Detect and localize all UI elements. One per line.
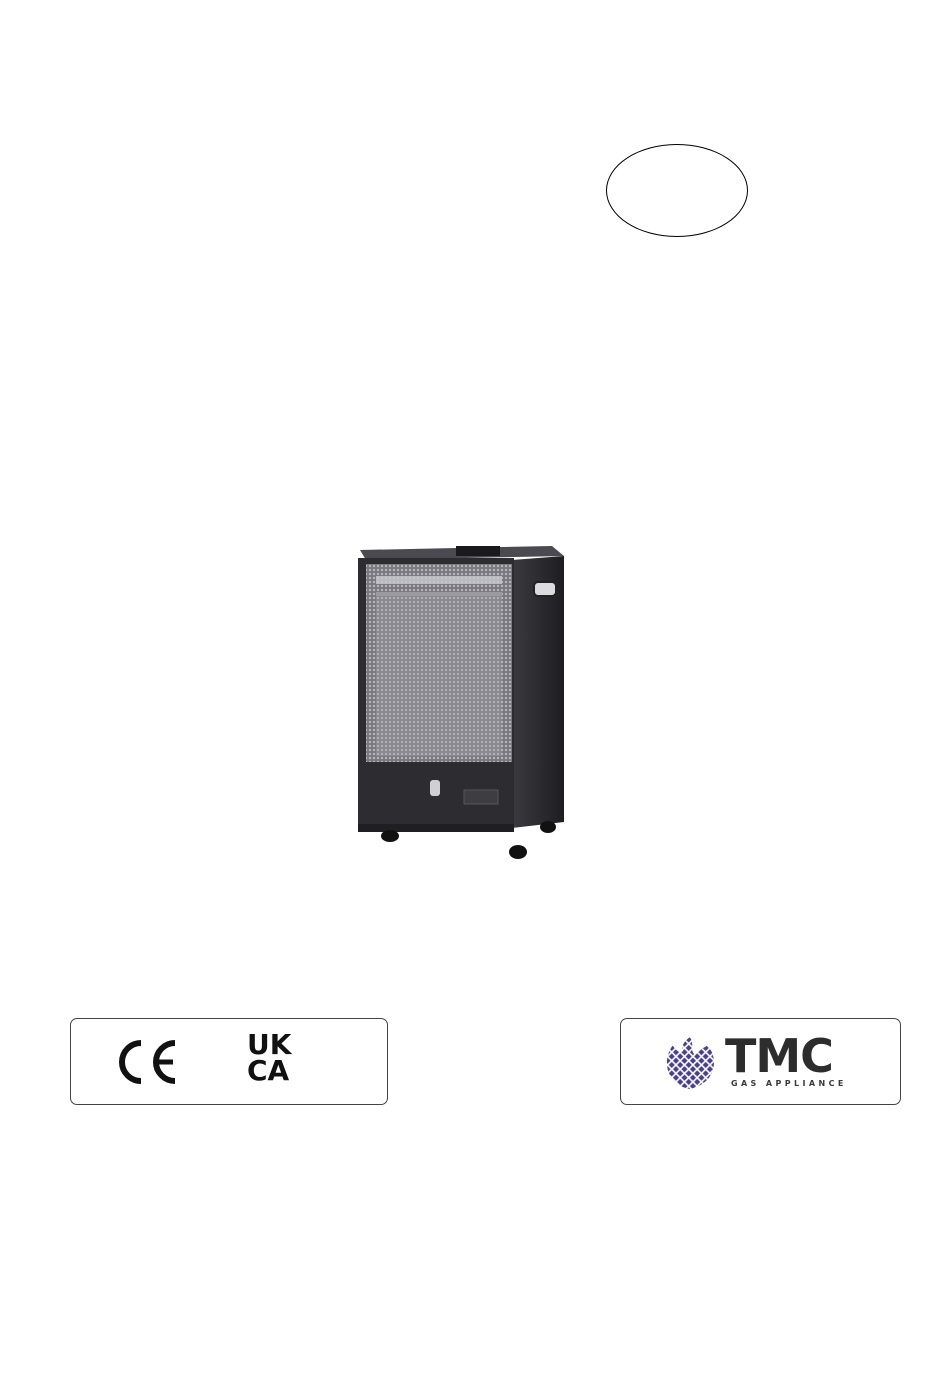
tmc-flame-globe-icon: [666, 1037, 715, 1089]
brand-logo-box: TMC GAS APPLIANCE: [620, 1018, 901, 1105]
ukca-bottom-text: CA: [247, 1054, 290, 1087]
gas-heater-image: [358, 546, 564, 859]
brand-tagline: GAS APPLIANCE: [731, 1079, 847, 1088]
brand-name: TMC: [725, 1029, 834, 1083]
ukca-mark-icon: UK CA: [247, 1031, 303, 1090]
certification-marks-box: UK CA: [70, 1018, 388, 1105]
ce-mark-icon: [119, 1040, 176, 1084]
empty-oval-field: [606, 144, 748, 237]
